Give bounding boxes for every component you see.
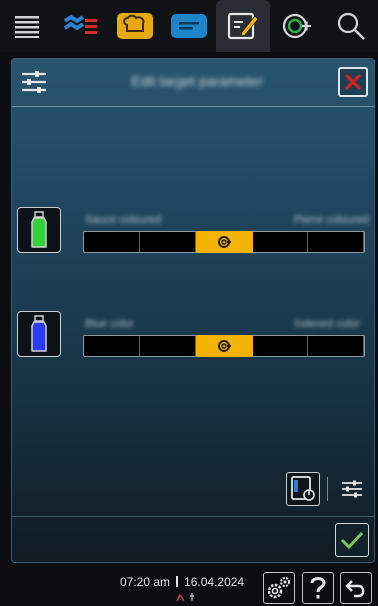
icombi-icon <box>217 340 231 352</box>
date: 16.04.2024 <box>184 575 245 589</box>
tab-search[interactable] <box>324 0 378 52</box>
edit-panel: Edit target parameter Sauce coloured Pie… <box>11 58 375 563</box>
row1-left-label: Sauce coloured <box>85 214 162 226</box>
row2-right-label: Indexed color <box>294 318 361 330</box>
help-icon <box>310 577 326 599</box>
row1-slider-thumb[interactable] <box>196 231 253 253</box>
edit-note-icon <box>227 12 259 40</box>
row2-slider-thumb[interactable] <box>196 335 253 357</box>
settings-sliders-icon <box>342 480 362 498</box>
divider <box>327 477 328 501</box>
oven-power-button[interactable] <box>286 472 320 506</box>
help-button[interactable] <box>302 572 334 604</box>
row2-left-label: Blue color <box>85 318 134 330</box>
green-bottle-icon <box>31 211 47 248</box>
status-bar: 07:20 am 16.04.2024 <box>0 568 378 606</box>
footer-divider <box>12 516 374 517</box>
row1-slider[interactable] <box>83 231 365 253</box>
parameters-button[interactable] <box>335 472 369 506</box>
tab-cooking[interactable] <box>54 0 108 52</box>
time: 07:20 am <box>120 575 171 589</box>
tab-edit[interactable] <box>216 0 270 52</box>
usb-icon <box>189 593 194 601</box>
row2-slider[interactable] <box>83 335 365 357</box>
close-button[interactable] <box>338 67 368 97</box>
tab-icombi[interactable] <box>270 0 324 52</box>
menu-list-icon <box>15 16 39 38</box>
datetime: 07:20 am 16.04.2024 <box>120 575 244 589</box>
blue-tray-icon <box>171 14 207 38</box>
row1-right-label: Pierre coloured <box>294 214 369 226</box>
oven-power-icon <box>291 476 315 501</box>
panel-header: Edit target parameter <box>12 59 374 107</box>
network-icon <box>176 593 185 602</box>
settings-button[interactable] <box>263 572 295 604</box>
icombi-plus-icon <box>282 13 311 39</box>
cooking-steam-icon <box>63 14 97 34</box>
status-icons <box>176 592 196 605</box>
tab-chef[interactable] <box>108 0 162 52</box>
tab-menu[interactable] <box>0 0 54 52</box>
close-icon <box>344 73 362 91</box>
top-navigation <box>0 0 378 52</box>
blue-bottle-button[interactable] <box>17 311 61 357</box>
panel-title: Edit target parameter <box>131 73 263 89</box>
green-bottle-button[interactable] <box>17 207 61 253</box>
back-arrow-icon <box>345 580 365 598</box>
search-icon <box>337 12 365 40</box>
chef-hat-icon <box>117 13 153 39</box>
app-screen: Edit target parameter Sauce coloured Pie… <box>0 0 378 606</box>
settings-sliders-icon[interactable] <box>20 69 48 95</box>
confirm-button[interactable] <box>335 523 369 557</box>
gears-icon <box>267 577 290 599</box>
blue-bottle-icon <box>31 315 47 352</box>
icombi-icon <box>217 236 231 248</box>
back-button[interactable] <box>340 572 372 604</box>
check-icon <box>340 531 364 550</box>
tab-tray[interactable] <box>162 0 216 52</box>
